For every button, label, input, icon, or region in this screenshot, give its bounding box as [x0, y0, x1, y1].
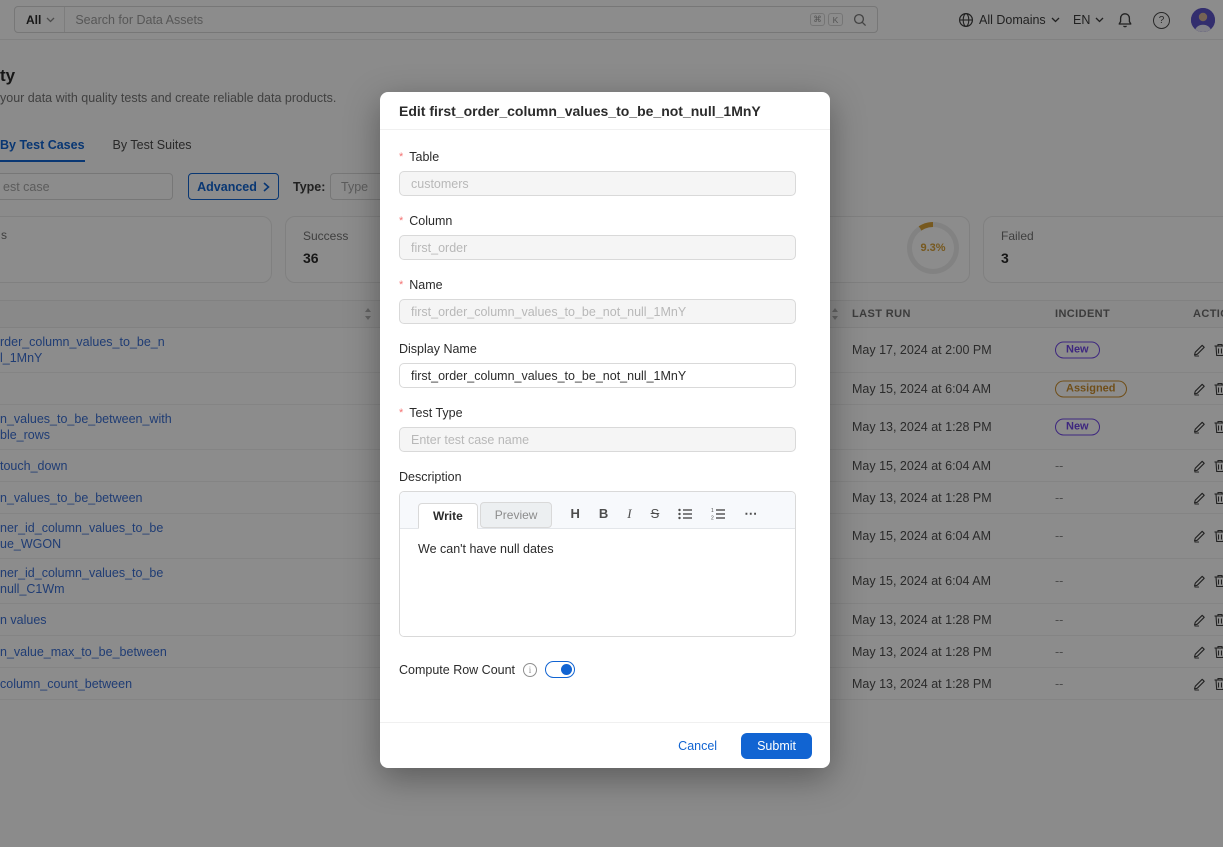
description-editor: Write Preview H B I S 12	[399, 491, 796, 637]
bulleted-list-icon[interactable]	[678, 508, 692, 520]
more-icon[interactable]: ⋯	[744, 507, 758, 520]
screen: All ⌘ K All Domains	[0, 0, 1223, 847]
display-name-field[interactable]	[399, 363, 796, 388]
bold-icon[interactable]: B	[599, 507, 608, 520]
svg-text:1: 1	[711, 508, 714, 514]
heading-icon[interactable]: H	[570, 507, 579, 520]
info-icon: i	[523, 663, 537, 677]
modal-body: Table Column Name Display Name Test Type…	[380, 130, 830, 722]
description-field-label: Description	[399, 470, 796, 484]
display-name-field-label: Display Name	[399, 342, 796, 356]
column-field-label: Column	[399, 214, 796, 228]
modal-title: Edit first_order_column_values_to_be_not…	[380, 92, 830, 130]
name-field	[399, 299, 796, 324]
test-type-field-label: Test Type	[399, 406, 796, 420]
italic-icon[interactable]: I	[627, 507, 631, 520]
strikethrough-icon[interactable]: S	[651, 507, 660, 520]
cancel-button[interactable]: Cancel	[678, 739, 717, 753]
submit-button[interactable]: Submit	[741, 733, 812, 759]
name-field-label: Name	[399, 278, 796, 292]
test-type-field	[399, 427, 796, 452]
numbered-list-icon[interactable]: 12	[711, 508, 725, 520]
table-field-label: Table	[399, 150, 796, 164]
svg-text:2: 2	[711, 515, 714, 520]
modal-footer: Cancel Submit	[380, 722, 830, 768]
description-content[interactable]: We can't have null dates	[400, 529, 795, 636]
compute-row-count-label: Compute Row Count	[399, 663, 515, 677]
tab-preview[interactable]: Preview	[480, 502, 553, 528]
tab-write[interactable]: Write	[418, 503, 478, 529]
table-field	[399, 171, 796, 196]
compute-row-count-toggle[interactable]	[545, 661, 575, 678]
column-field	[399, 235, 796, 260]
editor-toolbar: Write Preview H B I S 12	[400, 492, 795, 529]
edit-test-case-modal: Edit first_order_column_values_to_be_not…	[380, 92, 830, 768]
